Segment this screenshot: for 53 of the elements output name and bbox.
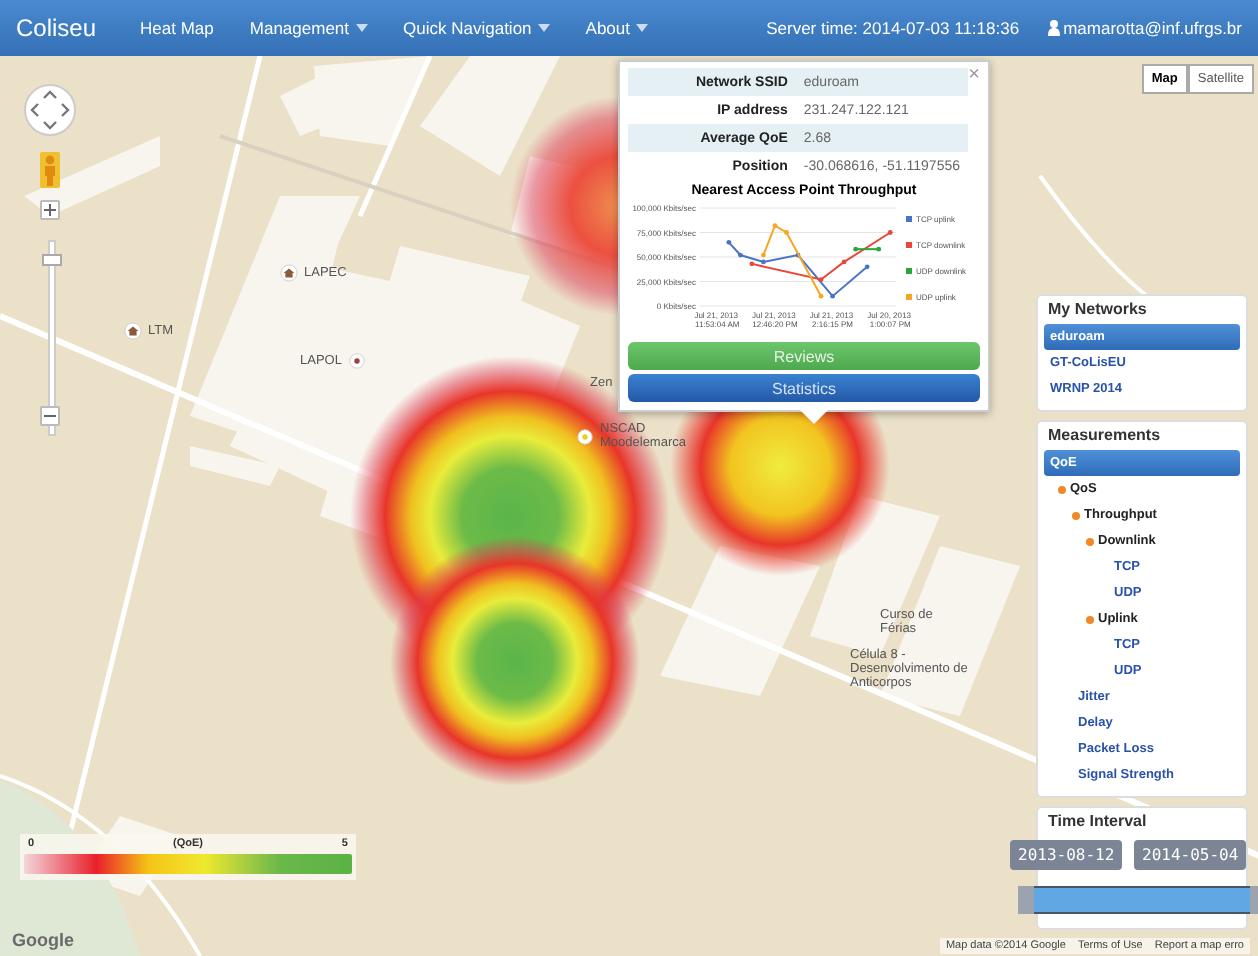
legend-swatch (906, 268, 912, 274)
caret-icon (636, 24, 648, 32)
data-point (887, 230, 893, 235)
data-point (737, 252, 743, 258)
caret-icon (537, 24, 550, 32)
bullet-icon (1086, 615, 1094, 623)
nav-link[interactable]: Heat Map (140, 18, 214, 38)
data-point (876, 246, 882, 252)
range-start-label: 2013-08-12 (1010, 840, 1123, 870)
building-icon (124, 322, 142, 340)
nav-link[interactable]: Quick Navigation (403, 18, 550, 38)
brand-logo[interactable]: Coliseu (16, 14, 97, 42)
panel-heading: Measurements (1048, 426, 1163, 444)
pan-control-icon[interactable] (24, 84, 76, 136)
zoom-in-button[interactable] (40, 200, 60, 220)
range-handle[interactable] (1018, 886, 1034, 914)
data-point (818, 277, 824, 282)
user-link[interactable]: mamarotta@inf.ufrgs.br (1047, 18, 1242, 38)
google-logo: Google (12, 930, 74, 950)
user-icon (1047, 20, 1060, 36)
legend-swatch (906, 294, 912, 300)
data-point (830, 293, 835, 299)
bullet-icon (1086, 537, 1094, 545)
nav-link[interactable]: About (585, 18, 648, 38)
place-marker-icon (347, 352, 366, 370)
data-point (784, 230, 789, 235)
bullet-icon (1072, 511, 1080, 519)
data-point (795, 252, 801, 258)
range-end-label: 2014-05-04 (1134, 840, 1247, 870)
legend-swatch (906, 242, 912, 248)
statistics-button[interactable]: Statistics (628, 374, 980, 402)
data-point (841, 259, 847, 265)
caret-icon (355, 24, 368, 32)
place-marker-icon (576, 427, 594, 445)
data-point (864, 264, 870, 270)
minus-icon (44, 410, 56, 422)
panel-heading: Time Interval (1048, 812, 1149, 830)
data-point (818, 293, 824, 299)
legend-swatch (906, 216, 912, 222)
nav-link[interactable]: Management (249, 18, 368, 38)
data-point (853, 246, 859, 252)
bullet-icon (1058, 485, 1066, 493)
pegman-icon[interactable] (40, 152, 60, 188)
building-icon (280, 264, 298, 282)
data-point (726, 239, 732, 245)
plus-icon (44, 204, 56, 216)
zoom-out-button[interactable] (40, 406, 60, 426)
server-time: Server time: 2014-07-03 11:18:36 (766, 18, 1020, 38)
panel-heading: My Networks (1048, 300, 1149, 318)
data-point (772, 223, 778, 229)
range-slider[interactable] (1018, 886, 1258, 914)
zoom-slider-thumb[interactable] (42, 254, 62, 267)
data-point (749, 261, 755, 267)
